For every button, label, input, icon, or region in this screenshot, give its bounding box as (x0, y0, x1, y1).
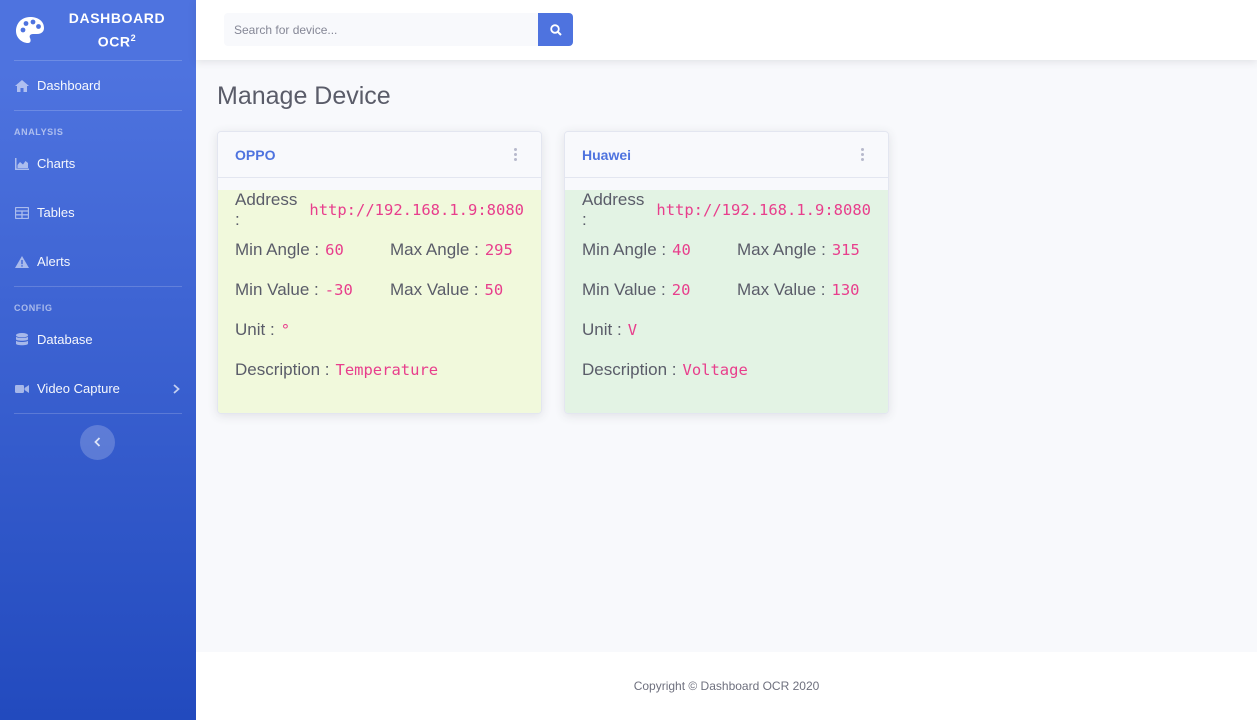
address-label: Address : (582, 190, 645, 229)
more-vertical-icon[interactable] (860, 148, 864, 161)
sidebar-item-label: Dashboard (37, 78, 101, 93)
min-angle-label: Min Angle : (235, 240, 320, 259)
max-angle-value: 315 (831, 241, 860, 259)
warning-icon (15, 255, 29, 269)
sidebar-item-label: Charts (37, 156, 76, 171)
min-value: Min Value : 20 (582, 280, 737, 300)
sidebar-item-video-capture[interactable]: Video Capture (0, 364, 196, 413)
sidebar-item-alerts[interactable]: Alerts (0, 237, 196, 286)
sidebar-divider (14, 413, 182, 414)
sidebar-toggle-button[interactable] (80, 425, 115, 460)
description-row: Description : Temperature (235, 350, 524, 390)
min-angle-value: 60 (325, 241, 344, 259)
chart-area-icon (15, 157, 29, 171)
device-card: Huawei Address : http://192.168.1.9:8080… (564, 131, 889, 414)
max-value-value: 50 (484, 281, 504, 299)
palette-icon (16, 17, 44, 43)
min-angle-label: Min Angle : (582, 240, 667, 259)
search-icon (549, 23, 562, 36)
description-label: Description : (582, 360, 677, 379)
min-angle: Min Angle : 60 (235, 240, 390, 260)
angle-row: Min Angle : 40 Max Angle : 315 (582, 230, 871, 270)
card-header: Huawei (565, 132, 888, 178)
value-row: Min Value : -30 Max Value : 50 (235, 270, 524, 310)
max-value-label: Max Value : (390, 280, 479, 299)
max-angle-label: Max Angle : (737, 240, 826, 259)
chevron-left-icon (94, 434, 101, 452)
address-row: Address : http://192.168.1.9:8080 (582, 190, 871, 230)
search-button[interactable] (538, 13, 573, 46)
address-label: Address : (235, 190, 298, 229)
unit-label: Unit : (582, 320, 622, 339)
database-icon (15, 333, 29, 347)
min-value-value: -30 (324, 281, 353, 299)
device-card: OPPO Address : http://192.168.1.9:8080 M… (217, 131, 542, 414)
sidebar-item-label: Video Capture (37, 381, 120, 396)
page-title: Manage Device (217, 82, 391, 110)
sidebar: DASHBOARD OCR2 Dashboard ANALYSIS Charts… (0, 0, 196, 720)
sidebar-item-tables[interactable]: Tables (0, 188, 196, 237)
min-value: Min Value : -30 (235, 280, 390, 300)
card-header: OPPO (218, 132, 541, 178)
min-angle: Min Angle : 40 (582, 240, 737, 260)
unit-value: ° (280, 321, 291, 339)
min-angle-value: 40 (672, 241, 691, 259)
sidebar-item-label: Database (37, 332, 93, 347)
unit-value: V (627, 321, 638, 339)
device-name: Huawei (582, 146, 632, 163)
device-name: OPPO (235, 146, 276, 163)
topbar (196, 0, 1257, 60)
max-angle: Max Angle : 315 (737, 240, 860, 260)
video-camera-icon (15, 382, 29, 396)
table-icon (15, 206, 29, 220)
brand-title: DASHBOARD OCR2 (46, 8, 196, 52)
sidebar-heading-analysis: ANALYSIS (14, 127, 64, 137)
sidebar-item-charts[interactable]: Charts (0, 139, 196, 188)
unit-row: Unit : ° (235, 310, 524, 350)
max-value: Max Value : 50 (390, 280, 503, 300)
footer: Copyright © Dashboard OCR 2020 (196, 652, 1257, 720)
search-bar (224, 13, 573, 46)
max-value-value: 130 (831, 281, 860, 299)
max-value: Max Value : 130 (737, 280, 860, 300)
address-row: Address : http://192.168.1.9:8080 (235, 190, 524, 230)
max-value-label: Max Value : (737, 280, 826, 299)
sidebar-item-dashboard[interactable]: Dashboard (0, 61, 196, 110)
min-value-label: Min Value : (235, 280, 319, 299)
description-label: Description : (235, 360, 330, 379)
angle-row: Min Angle : 60 Max Angle : 295 (235, 230, 524, 270)
max-angle-label: Max Angle : (390, 240, 479, 259)
sidebar-item-label: Alerts (37, 254, 71, 269)
more-vertical-icon[interactable] (513, 148, 517, 161)
address-value: http://192.168.1.9:8080 (309, 201, 524, 219)
description-row: Description : Voltage (582, 350, 871, 390)
max-angle-value: 295 (484, 241, 513, 259)
sidebar-heading-config: CONFIG (14, 303, 53, 313)
min-value-label: Min Value : (582, 280, 666, 299)
description-value: Voltage (682, 361, 748, 379)
unit-row: Unit : V (582, 310, 871, 350)
sidebar-item-label: Tables (37, 205, 75, 220)
max-angle: Max Angle : 295 (390, 240, 513, 260)
unit-label: Unit : (235, 320, 275, 339)
sidebar-item-database[interactable]: Database (0, 315, 196, 364)
brand-line-2: OCR (97, 33, 131, 50)
address-value: http://192.168.1.9:8080 (656, 201, 871, 219)
description-value: Temperature (335, 361, 439, 379)
search-input[interactable] (224, 13, 538, 46)
card-body: Address : http://192.168.1.9:8080 Min An… (565, 190, 888, 413)
card-body: Address : http://192.168.1.9:8080 Min An… (218, 190, 541, 413)
sidebar-brand[interactable]: DASHBOARD OCR2 (0, 0, 196, 60)
chevron-right-icon (173, 381, 180, 397)
brand-superscript: 2 (130, 33, 137, 44)
brand-line-1: DASHBOARD (68, 10, 166, 27)
value-row: Min Value : 20 Max Value : 130 (582, 270, 871, 310)
home-icon (15, 79, 29, 93)
copyright-text: Copyright © Dashboard OCR 2020 (633, 679, 820, 693)
min-value-value: 20 (671, 281, 691, 299)
